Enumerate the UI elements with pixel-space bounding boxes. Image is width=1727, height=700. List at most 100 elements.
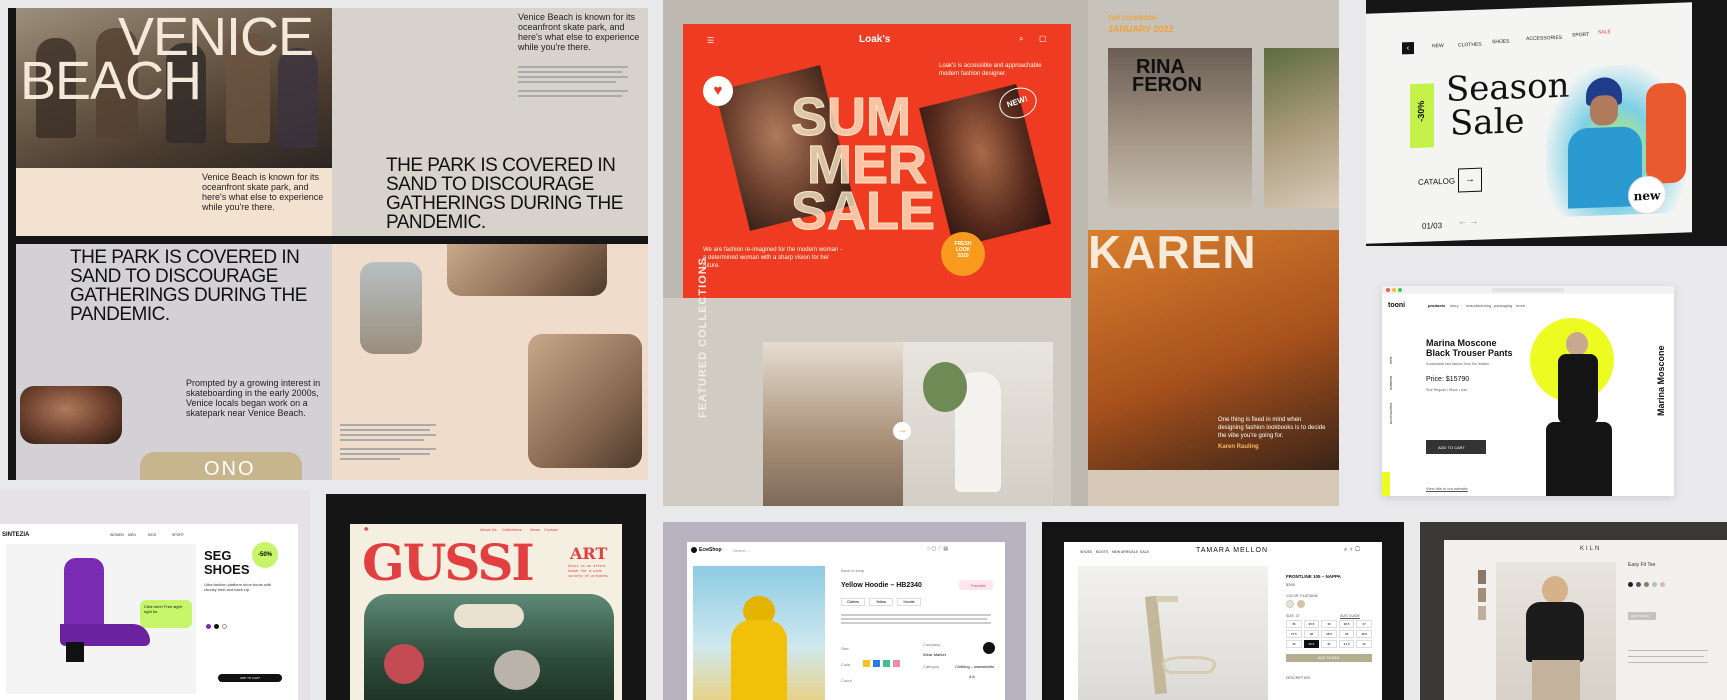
loaks-card[interactable]: ☰ Loak's ⌕ ▢ Loak's is accessible and ap… — [663, 0, 1339, 506]
kiln-swatch-2[interactable] — [1636, 582, 1641, 587]
loaks-logo[interactable]: Loak's — [859, 34, 890, 45]
color-blue[interactable] — [873, 660, 880, 667]
gussi-nav-collections[interactable]: Collections — [502, 527, 522, 532]
tooni-nav-manufacturing[interactable]: manufacturing — [1466, 303, 1491, 308]
back-button[interactable]: ‹ — [1402, 42, 1414, 55]
ecwshop-logo[interactable]: EcwShop — [699, 547, 722, 553]
kiln-swatch-4[interactable] — [1652, 582, 1657, 587]
sintezia-nav-sport[interactable]: SPORT — [172, 533, 184, 537]
tooni-nav-packaging[interactable]: packaging — [1494, 303, 1512, 308]
season-nav-sale[interactable]: SALE — [1598, 29, 1611, 35]
size-option[interactable]: 41.5 — [1338, 640, 1355, 648]
tamara-icons[interactable]: ⌕ ♀ ▢ — [1344, 547, 1360, 554]
size-option[interactable]: 38.5 — [1321, 630, 1337, 638]
tooni-nav-more[interactable]: more — [1516, 303, 1525, 308]
search-icon[interactable]: ⌕ — [1019, 34, 1023, 44]
sintezia-nav-women[interactable]: WOMEN — [110, 533, 124, 537]
season-nav-new[interactable]: NEW — [1432, 43, 1444, 49]
gussi-nav-contact[interactable]: Contact — [544, 527, 558, 532]
catalog-arrow-button[interactable]: → — [1458, 167, 1482, 193]
bag-icon[interactable]: ▢ — [1039, 34, 1047, 43]
ecwshop-tag-hoodie[interactable]: Hoodie — [897, 598, 921, 606]
size-option-selected[interactable]: 40.5 — [1303, 640, 1320, 648]
close-dot-icon[interactable] — [1386, 288, 1390, 292]
ecwshop-back[interactable]: Back to shop — [841, 568, 864, 573]
click-bubble[interactable]: Click here! Free sight right for — [140, 600, 192, 628]
swatch-platinum[interactable] — [1286, 600, 1294, 608]
size-option[interactable]: 36 — [1321, 620, 1337, 628]
gussi-nav-news[interactable]: News — [530, 527, 540, 532]
season-nav-shoes[interactable]: SHOES — [1492, 39, 1510, 46]
kiln-swatch-5[interactable] — [1660, 582, 1665, 587]
size-option[interactable]: 42 — [1356, 640, 1372, 648]
catalog-label[interactable]: CATALOG — [1418, 177, 1455, 187]
tooni-nav-story[interactable]: story — [1450, 303, 1459, 308]
tooni-nav-products[interactable]: products — [1428, 303, 1445, 308]
tooni-side-tab-accessories[interactable]: accessories — [1388, 403, 1393, 424]
size-option[interactable]: 36.5 — [1338, 620, 1355, 628]
tooni-link[interactable]: View this in our website — [1426, 486, 1468, 491]
tamara-nav-new[interactable]: NEW ARRIVALS — [1112, 550, 1138, 554]
size-option[interactable]: 40 — [1286, 640, 1302, 648]
address-bar[interactable] — [1492, 288, 1564, 292]
season-card[interactable]: ‹ NEW CLOTHES SHOES ACCESSORIES SPORT SA… — [1366, 0, 1727, 246]
heart-icon[interactable]: ♥ — [703, 76, 733, 106]
sintezia-logo[interactable]: SINTEZIA — [2, 532, 29, 538]
gussi-logo-icon[interactable]: ♣ — [364, 526, 369, 533]
tamara-brand[interactable]: TAMARA MELLON — [1196, 547, 1268, 554]
ecwshop-avatar[interactable] — [983, 642, 995, 654]
size-option[interactable]: 39.5 — [1356, 630, 1372, 638]
size-option[interactable]: 39 — [1338, 630, 1355, 638]
tamara-nav-sale[interactable]: SALE — [1140, 550, 1149, 554]
tooni-logo[interactable]: tooni — [1388, 302, 1405, 309]
gussi-card[interactable]: ♣ About Us Collections News Contact GUSS… — [326, 494, 646, 700]
sintezia-nav-men[interactable]: MEN — [128, 533, 136, 537]
size-option[interactable]: 37.5 — [1286, 630, 1302, 638]
tamara-card[interactable]: SHOES BOOTS NEW ARRIVALS SALE TAMARA MEL… — [1042, 522, 1404, 700]
tooni-add-button[interactable]: ADD TO CART — [1426, 440, 1486, 454]
menu-icon[interactable]: ☰ — [707, 36, 714, 45]
tooni-side-tab-new[interactable]: new — [1388, 357, 1393, 364]
season-nav-sport[interactable]: SPORT — [1572, 32, 1589, 39]
size-option[interactable]: 35.5 — [1303, 620, 1320, 628]
color-pink[interactable] — [893, 660, 900, 667]
tamara-size-guide[interactable]: SIZE GUIDE — [1340, 614, 1360, 618]
color-swatch-purple[interactable] — [206, 624, 211, 629]
season-nav-accessories[interactable]: ACCESSORIES — [1526, 35, 1562, 42]
color-yellow[interactable] — [863, 660, 870, 667]
maximize-dot-icon[interactable] — [1398, 288, 1402, 292]
tamara-nav-shoes[interactable]: SHOES — [1080, 550, 1092, 554]
size-option[interactable]: 35 — [1286, 620, 1302, 628]
kiln-thumb-1[interactable] — [1478, 570, 1486, 584]
tamara-size-grid[interactable]: 35 35.5 36 36.5 37 37.5 38 38.5 39 39.5 … — [1286, 620, 1372, 648]
color-green[interactable] — [883, 660, 890, 667]
kiln-swatch-1[interactable] — [1628, 582, 1633, 587]
size-option[interactable]: 37 — [1356, 620, 1372, 628]
kiln-add-button[interactable]: ADD TO BAG — [1628, 612, 1656, 620]
sintezia-card[interactable]: SINTEZIA WOMEN MEN KIDS SPORT Click here… — [0, 490, 310, 700]
ecwshop-icons[interactable]: ○ ▢ ♡ ▤ — [927, 546, 948, 552]
arrow-right-button[interactable]: → — [893, 422, 911, 440]
fresh-look-badge[interactable]: FRESH LOOK 2020 — [941, 232, 985, 276]
tamara-nav-boots[interactable]: BOOTS — [1096, 550, 1108, 554]
gussi-nav-about[interactable]: About Us — [480, 527, 496, 532]
sintezia-nav-kids[interactable]: KIDS — [148, 533, 156, 537]
kiln-thumb-2[interactable] — [1478, 588, 1486, 602]
minimize-dot-icon[interactable] — [1392, 288, 1396, 292]
ecwshop-card[interactable]: EcwShop Search ... ○ ▢ ♡ ▤ Back to shop … — [663, 522, 1026, 700]
kiln-card[interactable]: KILN Easy Fit Tee ADD TO BAG — [1420, 522, 1727, 700]
color-swatch-black[interactable] — [214, 624, 219, 629]
prev-next-arrows[interactable]: ← → — [1458, 216, 1479, 227]
tamara-add-button[interactable]: ADD TO BAG — [1286, 654, 1372, 662]
ecwshop-tag-yellow[interactable]: Yellow — [869, 598, 893, 606]
tooni-side-tab-outwear[interactable]: outwear — [1388, 376, 1393, 390]
kiln-brand[interactable]: KILN — [1580, 546, 1601, 552]
favorite-button[interactable]: Favorite — [959, 580, 993, 590]
ecwshop-tag-clothes[interactable]: Clothes — [841, 598, 865, 606]
kiln-thumb-3[interactable] — [1478, 606, 1486, 620]
venice-card[interactable]: VENICE BEACH Venice Beach is known for i… — [8, 8, 648, 480]
kiln-swatch-3[interactable] — [1644, 582, 1649, 587]
size-option[interactable]: 38 — [1303, 630, 1320, 638]
color-swatch-white[interactable] — [222, 624, 227, 629]
season-nav-clothes[interactable]: CLOTHES — [1458, 42, 1482, 49]
